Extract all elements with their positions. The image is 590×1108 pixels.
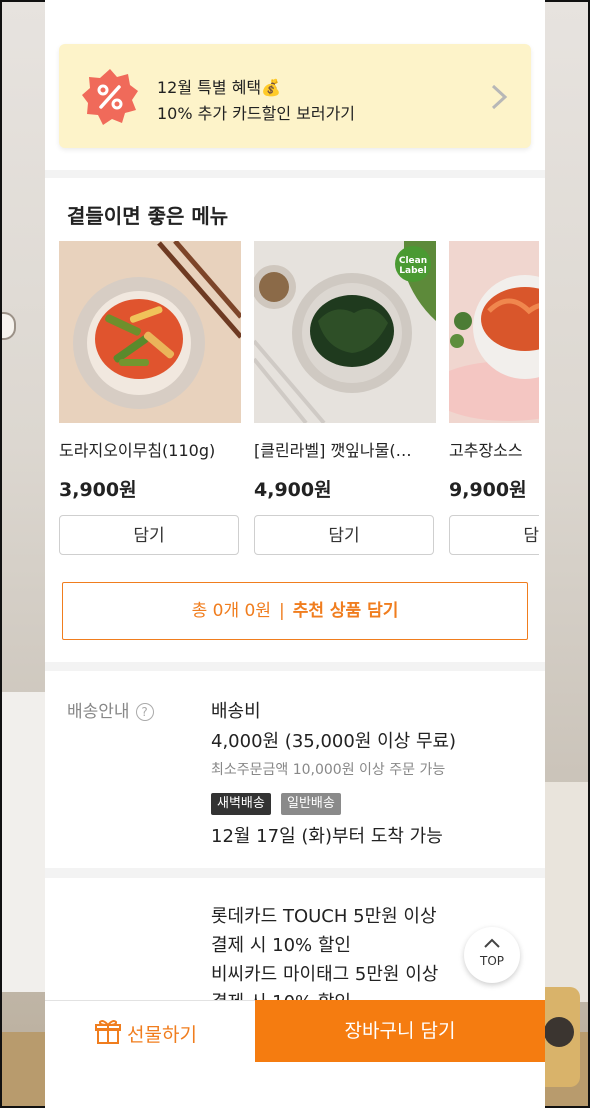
- recommended-menu-section: 곁들이면 좋은 메뉴 도라지오이무침(110g) 3,900원 담기 Clean…: [45, 178, 545, 662]
- add-button[interactable]: 담기: [59, 515, 239, 555]
- gift-icon: [95, 1020, 121, 1044]
- delivery-label-text: 배송안내: [67, 702, 130, 722]
- selected-total: 총 0개 0원: [191, 601, 271, 621]
- product-name[interactable]: 고추장소스: [449, 437, 539, 461]
- delivery-info-section: 배송안내? 배송비 4,000원 (35,000원 이상 무료) 최소주문금액 …: [45, 671, 545, 868]
- add-button[interactable]: 담기: [254, 515, 434, 555]
- product-image[interactable]: Clean Label: [254, 241, 436, 423]
- product-image[interactable]: [449, 241, 539, 423]
- add-recommended-button[interactable]: 총 0개 0원 | 추천 상품 담기: [62, 582, 528, 640]
- gochujang-noodle-icon: [449, 275, 539, 421]
- gift-label: 선물하기: [127, 1024, 197, 1046]
- card-benefit-line: 롯데카드 TOUCH 5만원 이상: [211, 906, 437, 927]
- product-name[interactable]: [클린라벨] 깻잎나물(…: [254, 437, 436, 461]
- chevron-up-icon: [484, 938, 500, 948]
- dawn-delivery-badge: 새벽배송: [211, 793, 271, 815]
- card-benefit-line: 비씨카드 마이태그 5만원 이상: [211, 964, 439, 985]
- banner-section: 12월 특별 혜택💰 10% 추가 카드할인 보러가기: [45, 0, 545, 170]
- doraji-dish-icon: [73, 241, 241, 409]
- delivery-fee-heading: 배송비: [211, 701, 261, 722]
- banner-subtitle: 10% 추가 카드할인 보러가기: [157, 104, 356, 123]
- standard-delivery-badge: 일반배송: [281, 793, 341, 815]
- separator: |: [278, 601, 285, 621]
- product-card[interactable]: 도라지오이무침(110g) 3,900원 담기: [59, 241, 241, 555]
- product-name[interactable]: 도라지오이무침(110g): [59, 437, 241, 461]
- card-benefit-line: 결제 시 10% 할인: [211, 935, 351, 956]
- gift-button[interactable]: 선물하기: [45, 1000, 255, 1062]
- discount-badge-icon: [82, 69, 138, 125]
- background-cabinet-right: [542, 782, 588, 1002]
- delivery-label: 배송안내?: [67, 697, 154, 722]
- card-discount-banner[interactable]: 12월 특별 혜택💰 10% 추가 카드할인 보러가기: [59, 44, 531, 148]
- product-price: 3,900원: [59, 479, 137, 501]
- product-price: 9,900원: [449, 479, 527, 501]
- clean-label-badge: Clean Label: [398, 256, 428, 276]
- product-price: 4,900원: [254, 479, 332, 501]
- recommended-product-carousel[interactable]: 도라지오이무침(110g) 3,900원 담기 Clean Label [클린라…: [59, 241, 539, 571]
- help-icon[interactable]: ?: [135, 703, 154, 721]
- scroll-top-button[interactable]: TOP: [464, 927, 520, 983]
- add-to-cart-button[interactable]: 장바구니 담기: [255, 1000, 545, 1062]
- card-benefit-section: 롯데카드 TOUCH 5만원 이상 결제 시 10% 할인 비씨카드 마이태그 …: [45, 878, 545, 1108]
- banner-title: 12월 특별 혜택💰: [157, 78, 282, 97]
- add-recommended-label: 추천 상품 담기: [292, 601, 399, 621]
- minimum-order: 최소주문금액 10,000원 이상 주문 가능: [211, 762, 446, 778]
- product-card[interactable]: Clean Label [클린라벨] 깻잎나물(… 4,900원 담기: [254, 241, 436, 555]
- arrival-date: 12월 17일 (화)부터 도착 가능: [211, 826, 443, 847]
- product-image[interactable]: [59, 241, 241, 423]
- background-lamp: [2, 312, 16, 340]
- add-button[interactable]: 담기: [449, 515, 539, 555]
- chevron-right-icon: [491, 84, 508, 110]
- top-label: TOP: [479, 954, 504, 968]
- product-card[interactable]: 고추장소스 9,900원 담기: [449, 241, 539, 555]
- delivery-fee: 4,000원 (35,000원 이상 무료): [211, 731, 457, 752]
- section-title: 곁들이면 좋은 메뉴: [67, 204, 229, 228]
